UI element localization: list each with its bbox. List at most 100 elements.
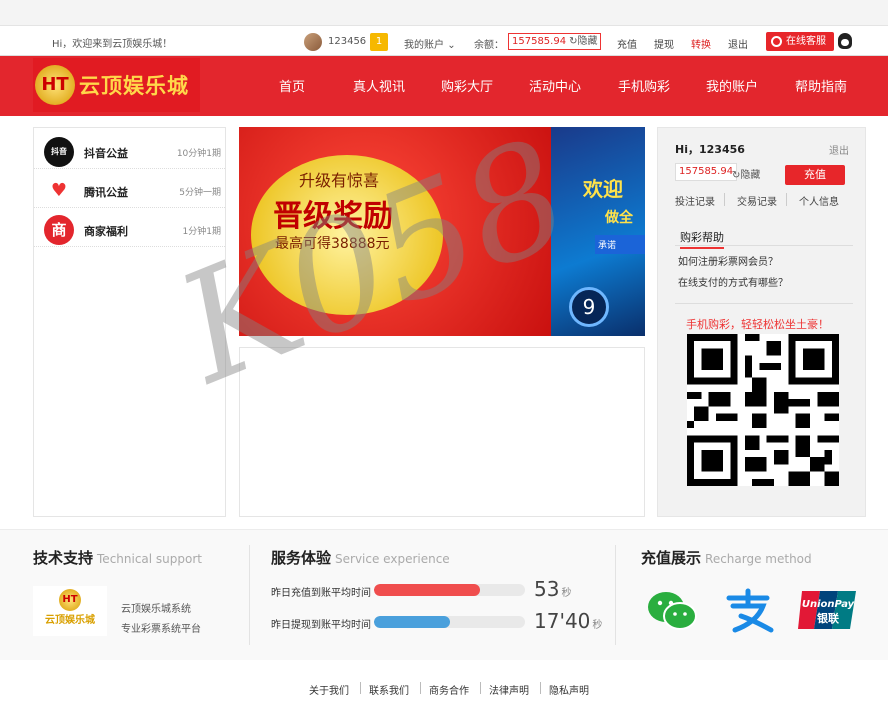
recharge-link[interactable]: 充值 [617,36,637,51]
notice-list: 抖音 抖音公益 10分钟1期 ♥ 腾讯公益 5分钟一期 商 商家福利 1分钟1期 [33,127,226,517]
tech-support-en: Technical support [97,552,203,566]
footer-link-about[interactable]: 关于我们 [309,682,349,697]
service-label: 服务体验 [271,549,332,567]
unionpay-label: UnionPay [802,599,855,610]
footer-logo-text: 云顶娱乐城 [45,615,95,626]
list-item[interactable]: 商 商家福利 1分钟1期 [34,209,225,247]
help-question[interactable]: 如何注册彩票网会员？ [678,253,778,268]
mobile-promo-text: 手机购彩，轻轻松松坐土豪！ [686,318,829,331]
service-title: 服务体验 Service experience [271,547,450,568]
withdraw-link[interactable]: 提现 [654,36,674,51]
footer-link-privacy[interactable]: 隐私声明 [549,682,589,697]
banner-line3: 最高可得38888元 [275,236,390,252]
withdraw-time-bar [374,616,525,628]
merchant-icon: 商 [44,215,74,245]
personal-info-link[interactable]: 个人信息 [799,193,839,208]
footer-links: 关于我们 联系我们 商务合作 法律声明 隐私声明 [0,660,888,703]
alipay-icon [726,588,774,633]
tiktok-icon: 抖音 [44,137,74,167]
hide-balance-button[interactable]: ↻隐藏 [732,166,760,181]
site-logo[interactable]: HT 云顶娱乐城 [33,58,200,112]
unionpay-cn-label: 银联 [817,611,839,625]
withdraw-time-number: 17'40 [534,609,591,633]
footer-logo: HT 云顶娱乐城 [33,586,107,636]
logo-mark-icon: HT [59,589,81,611]
banner-slide-upgrade: 升级有惊喜 晋级奖励 最高可得38888元 [239,127,551,336]
deposit-time-label: 昨日充值到账平均时间 [271,588,371,599]
my-account-label: 我的账户 [404,40,444,51]
deposit-time-value: 53 秒 [534,577,571,601]
top-bar: Hi，欢迎来到云顶娱乐城！ 123456 1 我的账户 ⌄ 余额： 157585… [0,27,888,56]
notice-title: 抖音公益 [84,147,128,160]
hide-balance-button[interactable]: ↻隐藏 [569,36,597,47]
footer-link-business[interactable]: 商务合作 [429,682,469,697]
username: 123456 [328,36,367,47]
user-panel: Hi，123456 退出 157585.94 ↻隐藏 充值 投注记录 交易记录 … [657,127,866,517]
divider [675,303,853,304]
qq-icon[interactable] [838,33,852,49]
logout-link[interactable]: 退出 [728,36,748,51]
online-service-button[interactable]: 在线客服 [766,32,834,51]
deposit-time-bar [374,584,525,596]
promo-banner[interactable]: 升级有惊喜 晋级奖励 最高可得38888元 欢迎 做全 承诺 9 [239,127,645,336]
my-account-dropdown[interactable]: 我的账户 ⌄ [404,36,456,51]
nav-help-guide[interactable]: 帮助指南 [795,76,847,95]
notice-title: 腾讯公益 [84,186,128,199]
nav-home[interactable]: 首页 [279,76,305,95]
banner-side3: 承诺 [595,235,645,254]
footer-link-legal[interactable]: 法律声明 [489,682,529,697]
wechat-pay-icon [648,592,697,630]
banner-side2: 做全 [605,210,633,226]
nav-live-video[interactable]: 真人视讯 [353,76,405,95]
nav-my-account[interactable]: 我的账户 [706,76,758,95]
divider [480,682,481,694]
list-item[interactable]: 抖音 抖音公益 10分钟1期 [34,131,225,169]
banner-line2: 晋级奖励 [273,199,393,234]
tech-line2: 专业彩票系统平台 [121,624,201,635]
welcome-text: Hi，欢迎来到云顶娱乐城！ [52,39,173,50]
hide-label: 隐藏 [577,36,598,47]
avatar[interactable] [304,33,322,51]
balance-value: 157585.94 [512,36,567,47]
divider [360,682,361,694]
divider [615,545,616,645]
top-strip [0,0,888,26]
deposit-time-fill [374,584,480,596]
transaction-records-link[interactable]: 交易记录 [737,193,777,208]
bet-records-link[interactable]: 投注记录 [675,193,715,208]
logo-text: 云顶娱乐城 [79,74,189,98]
banner-line1: 升级有惊喜 [299,171,380,190]
divider [786,193,787,206]
balance-value: 157585.94 [675,163,738,181]
tech-support-title: 技术支持 Technical support [33,547,202,568]
help-title[interactable]: 购彩帮助 [680,229,724,249]
recharge-en: Recharge method [705,552,812,566]
notice-period: 5分钟一期 [179,188,221,198]
help-question[interactable]: 在线支付的方式有哪些？ [678,274,788,289]
headset-icon [771,36,782,47]
content-placeholder [239,347,645,517]
notice-period: 1分钟1期 [182,227,221,237]
nav-mobile-lottery[interactable]: 手机购彩 [618,76,670,95]
footer-link-contact[interactable]: 联系我们 [369,682,409,697]
recharge-button[interactable]: 充值 [785,165,845,185]
online-service-label: 在线客服 [786,36,826,47]
greeting: Hi，123456 [675,143,745,156]
tech-support-label: 技术支持 [33,549,94,567]
recharge-label: 充值展示 [641,549,702,567]
nav-lottery-hall[interactable]: 购彩大厅 [441,76,493,95]
withdraw-time-value: 17'40 秒 [534,609,602,633]
transfer-link[interactable]: 转换 [691,36,711,51]
deposit-time-number: 53 [534,577,560,601]
ball-icon: 9 [569,287,609,327]
message-badge[interactable]: 1 [370,33,388,51]
divider [675,245,853,246]
divider [540,682,541,694]
balance-box: 157585.94 ↻隐藏 [508,33,602,50]
logout-link[interactable]: 退出 [829,142,849,157]
list-item[interactable]: ♥ 腾讯公益 5分钟一期 [34,170,225,208]
main-nav: HT 云顶娱乐城 首页 真人视讯 购彩大厅 活动中心 手机购彩 我的账户 帮助指… [0,56,888,116]
recharge-title: 充值展示 Recharge method [641,547,812,568]
unionpay-icon: UnionPay 银联 [798,591,856,629]
nav-events[interactable]: 活动中心 [529,76,581,95]
